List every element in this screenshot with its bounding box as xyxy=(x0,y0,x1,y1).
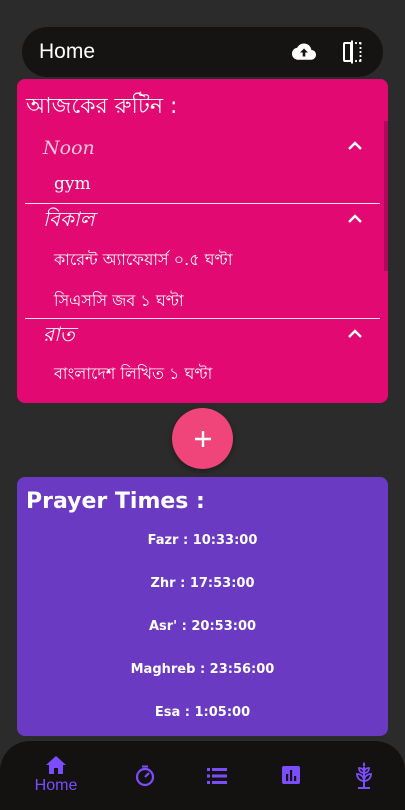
bar-chart-icon xyxy=(282,766,300,784)
home-icon xyxy=(46,756,66,774)
nav-home[interactable]: Home xyxy=(31,755,81,795)
compare-icon[interactable] xyxy=(337,37,367,67)
list-item: কারেন্ট অ্যাফেয়ার্স ০.৫ ঘণ্টা xyxy=(54,250,233,269)
nav-stats[interactable] xyxy=(266,765,316,785)
list-item: বাংলাদেশ লিখিত ১ ঘণ্টা xyxy=(54,364,213,383)
bottom-navigation: Home xyxy=(0,741,405,810)
prayer-time-asr: Asr' : 20:53:00 xyxy=(148,619,257,634)
nav-home-label: Home xyxy=(34,777,78,794)
list-item: gym xyxy=(54,174,91,194)
cloud-upload-icon[interactable] xyxy=(289,37,319,67)
section-title: বিকাল xyxy=(43,206,95,231)
top-app-bar: Home xyxy=(22,27,383,77)
list-item: সিএসসি জব ১ ঘণ্টা xyxy=(54,291,184,310)
section-header-afternoon[interactable]: বিকাল xyxy=(43,206,388,236)
page-title: Home xyxy=(39,40,96,63)
divider xyxy=(25,318,380,319)
section-header-noon[interactable]: Noon xyxy=(43,133,388,163)
add-button[interactable] xyxy=(172,408,233,469)
prayer-time-esa: Esa : 1:05:00 xyxy=(154,705,251,720)
nav-growth[interactable] xyxy=(339,761,389,789)
routine-card: আজকের রুটিন : Noon gym বিকাল কারেন্ট অ্য… xyxy=(17,79,388,403)
section-header-night[interactable]: রাত xyxy=(43,321,388,351)
prayer-times-card: Prayer Times : Fazr : 10:33:00 Zhr : 17:… xyxy=(17,477,388,736)
section-title: রাত xyxy=(43,321,75,346)
chevron-up-icon[interactable] xyxy=(346,210,364,228)
prayer-time-zhr: Zhr : 17:53:00 xyxy=(150,576,255,591)
chevron-up-icon[interactable] xyxy=(346,325,364,343)
plant-icon xyxy=(356,762,372,789)
prayer-heading: Prayer Times : xyxy=(26,489,205,514)
nav-timer[interactable] xyxy=(120,765,170,787)
plus-icon xyxy=(194,430,211,447)
prayer-time-maghreb: Maghreb : 23:56:00 xyxy=(130,662,275,677)
section-title: Noon xyxy=(43,137,95,159)
list-icon xyxy=(207,768,227,784)
nav-list[interactable] xyxy=(192,767,242,785)
prayer-time-fazr: Fazr : 10:33:00 xyxy=(147,533,258,548)
timer-icon xyxy=(135,765,155,787)
chevron-up-icon[interactable] xyxy=(346,137,364,155)
routine-heading: আজকের রুটিন : xyxy=(26,94,178,119)
